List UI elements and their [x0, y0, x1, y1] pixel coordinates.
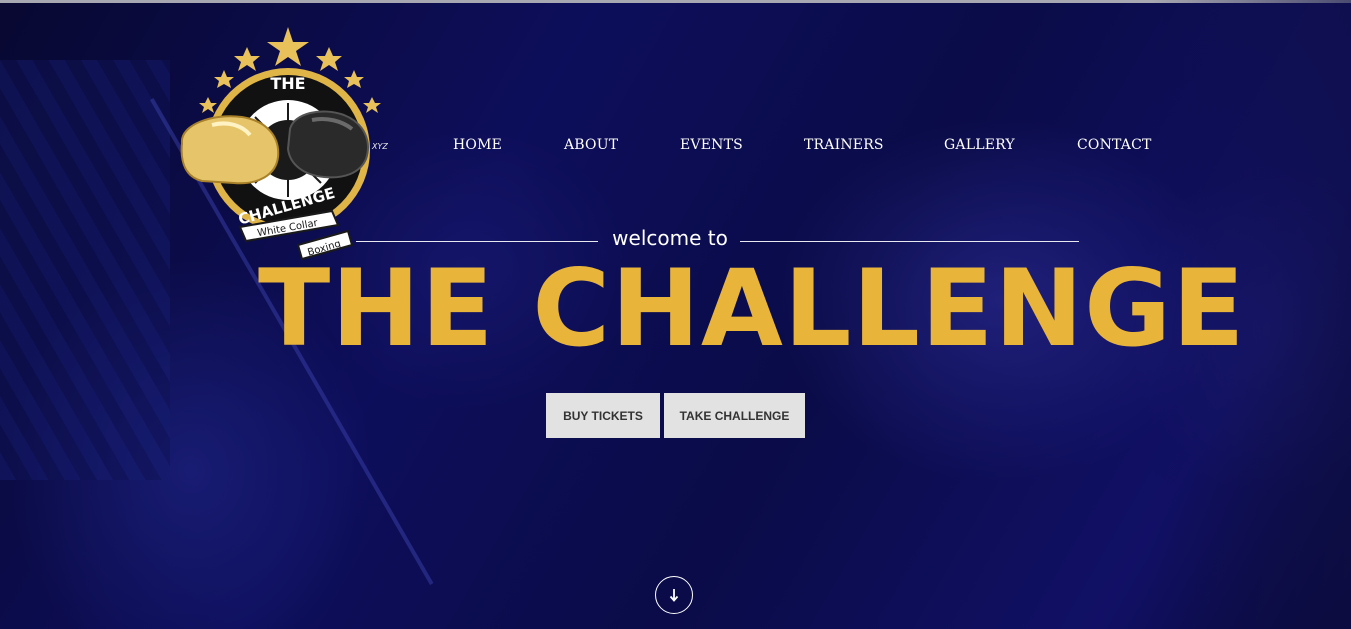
star-icon [316, 47, 342, 71]
nav-home[interactable]: HOME [453, 137, 502, 153]
arrow-down-icon [669, 589, 679, 602]
star-icon [234, 47, 260, 71]
star-icon [363, 97, 381, 113]
buy-tickets-button[interactable]: BUY TICKETS [546, 393, 660, 438]
nav-contact[interactable]: CONTACT [1077, 137, 1152, 153]
take-challenge-button[interactable]: TAKE CHALLENGE [664, 393, 805, 438]
star-icon [214, 70, 234, 88]
nav-events[interactable]: EVENTS [680, 137, 743, 153]
nav-about[interactable]: ABOUT [564, 137, 618, 153]
main-nav: HOME ABOUT EVENTS TRAINERS GALLERY CONTA… [0, 137, 1351, 157]
nav-gallery[interactable]: GALLERY [944, 137, 1015, 153]
hero-title: THE CHALLENGE [258, 247, 1246, 370]
nav-trainers[interactable]: TRAINERS [804, 137, 884, 153]
welcome-divider-right [740, 241, 1079, 242]
star-icon [267, 27, 309, 66]
welcome-divider-left [356, 241, 598, 242]
star-icon [344, 70, 364, 88]
hero-section: XYZ THE CHALLENGE White Collar Boxing HO… [0, 0, 1351, 629]
star-icon [199, 97, 217, 113]
scroll-down-button[interactable] [655, 576, 693, 614]
svg-text:THE: THE [270, 74, 305, 93]
